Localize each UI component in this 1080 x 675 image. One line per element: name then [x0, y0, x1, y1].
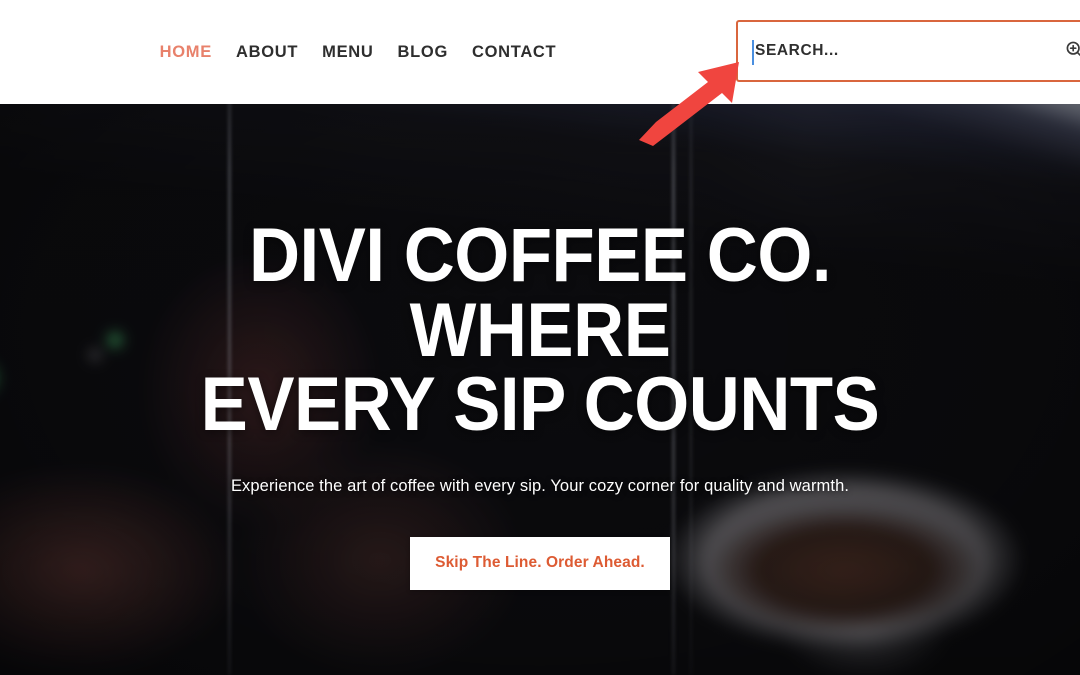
hero-title-line-2: EVERY SIP COUNTS	[200, 362, 880, 448]
hero-content: DIVI COFFEE CO. WHERE EVERY SIP COUNTS E…	[0, 104, 1080, 675]
search-input[interactable]	[738, 22, 1050, 80]
nav-item-home[interactable]: HOME	[148, 43, 224, 62]
page-root: DIVI COFFEE CO. WHERE EVERY SIP COUNTS E…	[0, 0, 1080, 675]
nav-item-contact[interactable]: CONTACT	[460, 43, 568, 62]
hero-title-line-1: DIVI COFFEE CO. WHERE	[248, 213, 832, 373]
hero-title: DIVI COFFEE CO. WHERE EVERY SIP COUNTS	[140, 218, 940, 443]
site-header: HOME ABOUT MENU BLOG CONTACT	[0, 0, 1080, 104]
hero-subtitle: Experience the art of coffee with every …	[230, 476, 850, 495]
nav-item-menu[interactable]: MENU	[310, 43, 385, 62]
search-submit-button[interactable]	[1050, 22, 1080, 80]
search-box[interactable]	[736, 20, 1080, 82]
text-caret	[752, 40, 754, 65]
nav-item-blog[interactable]: BLOG	[386, 43, 460, 62]
main-navigation: HOME ABOUT MENU BLOG CONTACT	[0, 0, 736, 104]
nav-item-about[interactable]: ABOUT	[224, 43, 310, 62]
order-ahead-button[interactable]: Skip The Line. Order Ahead.	[410, 536, 670, 590]
search-zoom-in-icon	[1064, 39, 1080, 63]
